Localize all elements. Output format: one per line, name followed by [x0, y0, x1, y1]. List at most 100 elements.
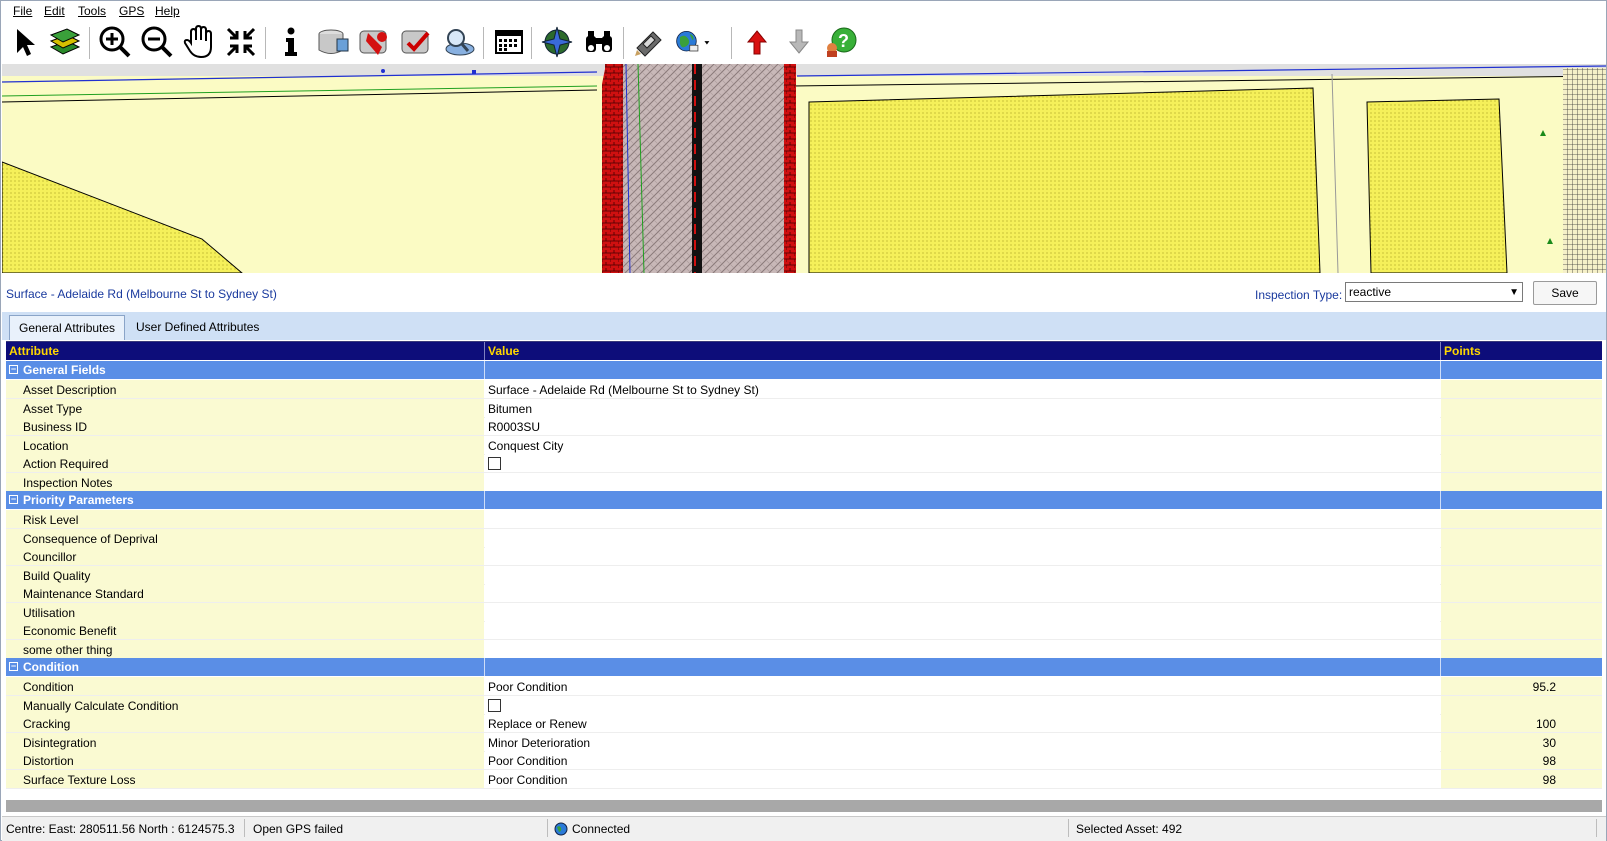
table-row[interactable]: Distortion Poor Condition 98	[6, 751, 1602, 770]
asset-database-icon[interactable]	[315, 24, 351, 60]
attribute-label: Risk Level	[23, 513, 79, 527]
attribute-cell: Location	[6, 435, 484, 454]
header-attribute[interactable]: Attribute	[9, 344, 59, 358]
value-cell[interactable]	[485, 621, 1440, 639]
table-row[interactable]: Consequence of Deprival	[6, 528, 1602, 548]
value-cell[interactable]	[485, 584, 1440, 602]
attribute-label: Councillor	[23, 550, 77, 564]
attribute-label: Cracking	[23, 717, 71, 731]
value-cell[interactable]	[485, 510, 1440, 528]
pan-hand-icon[interactable]	[181, 24, 217, 60]
value-cell[interactable]	[485, 602, 1440, 621]
gps-satellite-icon[interactable]	[631, 24, 667, 60]
header-points[interactable]: Points	[1444, 344, 1481, 358]
group-row[interactable]: − Priority Parameters	[6, 491, 1602, 509]
table-row[interactable]: Cracking Replace or Renew 100	[6, 714, 1602, 733]
inspection-type-select[interactable]: reactive ▼	[1345, 282, 1523, 302]
value-cell[interactable]	[485, 472, 1440, 491]
value-cell[interactable]	[485, 639, 1440, 658]
defect-icon[interactable]	[357, 24, 393, 60]
points-cell: 95.2	[1441, 677, 1602, 695]
collapse-icon[interactable]: −	[9, 365, 18, 374]
value-cell[interactable]: Surface - Adelaide Rd (Melbourne St to S…	[485, 380, 1440, 398]
checkbox[interactable]	[488, 698, 501, 712]
inspection-icon[interactable]	[399, 24, 435, 60]
value-cell[interactable]: Replace or Renew	[485, 714, 1440, 732]
status-connection: Connected	[572, 822, 631, 836]
points-cell	[1441, 398, 1602, 417]
menu-edit[interactable]: Edit	[44, 4, 65, 18]
upload-red-arrow-icon[interactable]	[739, 24, 775, 60]
value-cell[interactable]	[485, 565, 1440, 584]
calendar-icon[interactable]	[491, 24, 527, 60]
value-cell[interactable]: Poor Condition	[485, 677, 1440, 695]
table-row[interactable]: Action Required	[6, 454, 1602, 473]
value-cell[interactable]	[485, 547, 1440, 565]
tab-general-attributes[interactable]: General Attributes	[9, 315, 126, 340]
download-grey-arrow-icon[interactable]	[781, 24, 817, 60]
value-cell[interactable]: Minor Deterioration	[485, 732, 1440, 751]
table-row[interactable]: Asset Description Surface - Adelaide Rd (…	[6, 380, 1602, 399]
attribute-cell: Asset Type	[6, 398, 484, 417]
tab-user-defined-attributes[interactable]: User Defined Attributes	[127, 315, 268, 340]
table-row[interactable]: Condition Poor Condition 95.2	[6, 677, 1602, 696]
toolbar: ?	[1, 21, 1606, 64]
menu-help[interactable]: Help	[155, 4, 180, 18]
table-row[interactable]: Maintenance Standard	[6, 584, 1602, 603]
menu-file[interactable]: File	[13, 4, 32, 18]
group-row[interactable]: − General Fields	[6, 361, 1602, 379]
table-row[interactable]: Disintegration Minor Deterioration 30	[6, 732, 1602, 752]
collapse-icon[interactable]: −	[9, 662, 18, 671]
table-row[interactable]: Utilisation	[6, 602, 1602, 622]
menu-tools[interactable]: Tools	[78, 4, 106, 18]
points-cell	[1441, 454, 1602, 472]
layers-icon[interactable]	[47, 24, 83, 60]
value-cell[interactable]: Conquest City	[485, 435, 1440, 454]
table-row[interactable]: Build Quality	[6, 565, 1602, 585]
group-row[interactable]: − Condition	[6, 658, 1602, 676]
help-icon[interactable]: ?	[823, 24, 859, 60]
attribute-cell: Maintenance Standard	[6, 584, 484, 602]
globe-compass-icon[interactable]	[539, 24, 575, 60]
table-row[interactable]: Economic Benefit	[6, 621, 1602, 640]
inspection-type-label: Inspection Type:	[1255, 288, 1343, 302]
value-cell[interactable]: Poor Condition	[485, 751, 1440, 769]
menu-gps[interactable]: GPS	[119, 4, 144, 18]
value-cell[interactable]: R0003SU	[485, 417, 1440, 435]
attribute-label: Action Required	[23, 457, 109, 471]
table-row[interactable]: Manually Calculate Condition	[6, 695, 1602, 715]
value-cell[interactable]	[485, 528, 1440, 547]
asset-title: Surface - Adelaide Rd (Melbourne St to S…	[6, 287, 277, 301]
value-cell[interactable]: Bitumen	[485, 398, 1440, 417]
horizontal-scrollbar[interactable]	[6, 800, 1602, 812]
connected-globe-icon	[554, 822, 568, 837]
save-button[interactable]: Save	[1533, 281, 1597, 305]
attribute-label: Business ID	[23, 420, 88, 434]
attribute-cell: Manually Calculate Condition	[6, 695, 484, 714]
value-cell[interactable]	[485, 454, 1440, 472]
table-row[interactable]: some other thing	[6, 639, 1602, 659]
points-cell	[1441, 584, 1602, 602]
zoom-out-icon[interactable]	[139, 24, 175, 60]
header-value[interactable]: Value	[488, 344, 519, 358]
zoom-extent-icon[interactable]	[223, 24, 259, 60]
web-globe-icon[interactable]	[675, 24, 711, 60]
select-arrow-icon[interactable]	[7, 24, 43, 60]
table-row[interactable]: Asset Type Bitumen	[6, 398, 1602, 418]
zoom-in-icon[interactable]	[97, 24, 133, 60]
table-row[interactable]: Surface Texture Loss Poor Condition 98	[6, 769, 1602, 789]
table-row[interactable]: Inspection Notes	[6, 472, 1602, 492]
value-cell[interactable]: Poor Condition	[485, 769, 1440, 788]
binoculars-icon[interactable]	[581, 24, 617, 60]
info-icon[interactable]	[273, 24, 309, 60]
checkbox[interactable]	[488, 457, 501, 470]
table-row[interactable]: Councillor	[6, 547, 1602, 566]
table-row[interactable]: Location Conquest City	[6, 435, 1602, 455]
value-cell[interactable]	[485, 695, 1440, 714]
table-row[interactable]: Business ID R0003SU	[6, 417, 1602, 436]
map-view[interactable]	[2, 64, 1606, 273]
search-map-icon[interactable]	[441, 24, 477, 60]
table-row[interactable]: Risk Level	[6, 510, 1602, 529]
attribute-label: Location	[23, 438, 69, 453]
collapse-icon[interactable]: −	[9, 495, 18, 504]
